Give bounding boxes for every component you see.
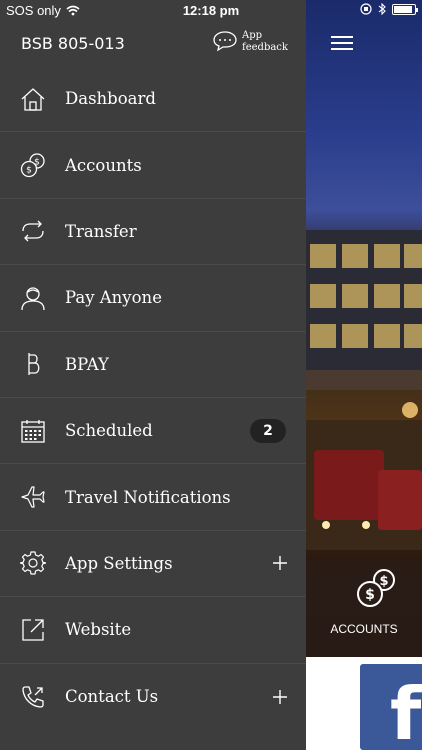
person-icon [21, 287, 45, 310]
side-drawer: BSB 805-013 App feedback Dashboard $ $ A… [0, 0, 306, 750]
menu-item-travel-notifications[interactable]: Travel Notifications [0, 464, 306, 531]
menu-item-label: BPAY [65, 354, 109, 374]
bpay-icon [28, 353, 40, 376]
accounts-tile[interactable]: $ $ ACCOUNTS [306, 560, 422, 657]
svg-text:$: $ [379, 574, 388, 589]
drawer-header: BSB 805-013 App feedback [0, 22, 306, 66]
coins-icon: $ $ [20, 153, 45, 178]
gear-icon [20, 551, 46, 576]
coins-icon: $ $ [357, 569, 395, 607]
transfer-icon [22, 221, 44, 242]
menu-list: Dashboard $ $ Accounts Transfer Pay Anyo… [0, 66, 306, 730]
accounts-tile-label: ACCOUNTS [330, 622, 398, 636]
svg-text:$: $ [26, 166, 32, 176]
menu-toggle-button[interactable] [331, 36, 353, 50]
menu-item-label: Accounts [65, 155, 142, 175]
building-image [306, 230, 422, 657]
menu-item-label: Website [65, 620, 132, 640]
expand-plus-icon[interactable] [272, 555, 288, 571]
bluetooth-icon [378, 3, 386, 15]
feedback-line-2: feedback [242, 42, 288, 53]
menu-item-dashboard[interactable]: Dashboard [0, 66, 306, 133]
svg-text:$: $ [365, 587, 375, 603]
chat-bubble-icon [213, 31, 237, 52]
feedback-line-1: App [242, 30, 263, 41]
menu-item-pay-anyone[interactable]: Pay Anyone [0, 265, 306, 332]
background-image [306, 0, 422, 657]
menu-item-website[interactable]: Website [0, 597, 306, 664]
menu-item-accounts[interactable]: $ $ Accounts [0, 132, 306, 199]
menu-item-label: Contact Us [65, 687, 159, 707]
menu-item-contact-us[interactable]: Contact Us [0, 664, 306, 730]
menu-item-label: Travel Notifications [65, 487, 231, 507]
plane-icon [21, 486, 45, 508]
calendar-icon [21, 419, 45, 443]
menu-item-app-settings[interactable]: App Settings [0, 531, 306, 598]
external-link-icon [22, 619, 44, 641]
menu-item-label: App Settings [65, 553, 173, 573]
scheduled-count-badge: 2 [250, 418, 286, 443]
menu-item-label: Dashboard [65, 89, 156, 109]
facebook-tile[interactable]: f [360, 664, 422, 750]
menu-item-label: Transfer [65, 221, 137, 241]
phone-icon [22, 686, 44, 708]
status-bar: SOS only 12:18 pm [0, 0, 422, 22]
bsb-label: BSB 805-013 [21, 34, 125, 53]
menu-item-label: Scheduled [65, 421, 153, 441]
expand-plus-icon[interactable] [272, 689, 288, 705]
menu-item-transfer[interactable]: Transfer [0, 199, 306, 266]
battery-icon [392, 3, 418, 15]
facebook-icon: f [390, 672, 422, 750]
clock: 12:18 pm [182, 3, 240, 18]
orientation-lock-icon [360, 3, 372, 15]
app-feedback-button[interactable]: App feedback [212, 30, 288, 54]
menu-item-label: Pay Anyone [65, 288, 162, 308]
menu-item-scheduled[interactable]: Scheduled 2 [0, 398, 306, 465]
menu-item-bpay[interactable]: BPAY [0, 332, 306, 398]
home-icon [21, 87, 45, 111]
battery-fill [394, 5, 412, 13]
